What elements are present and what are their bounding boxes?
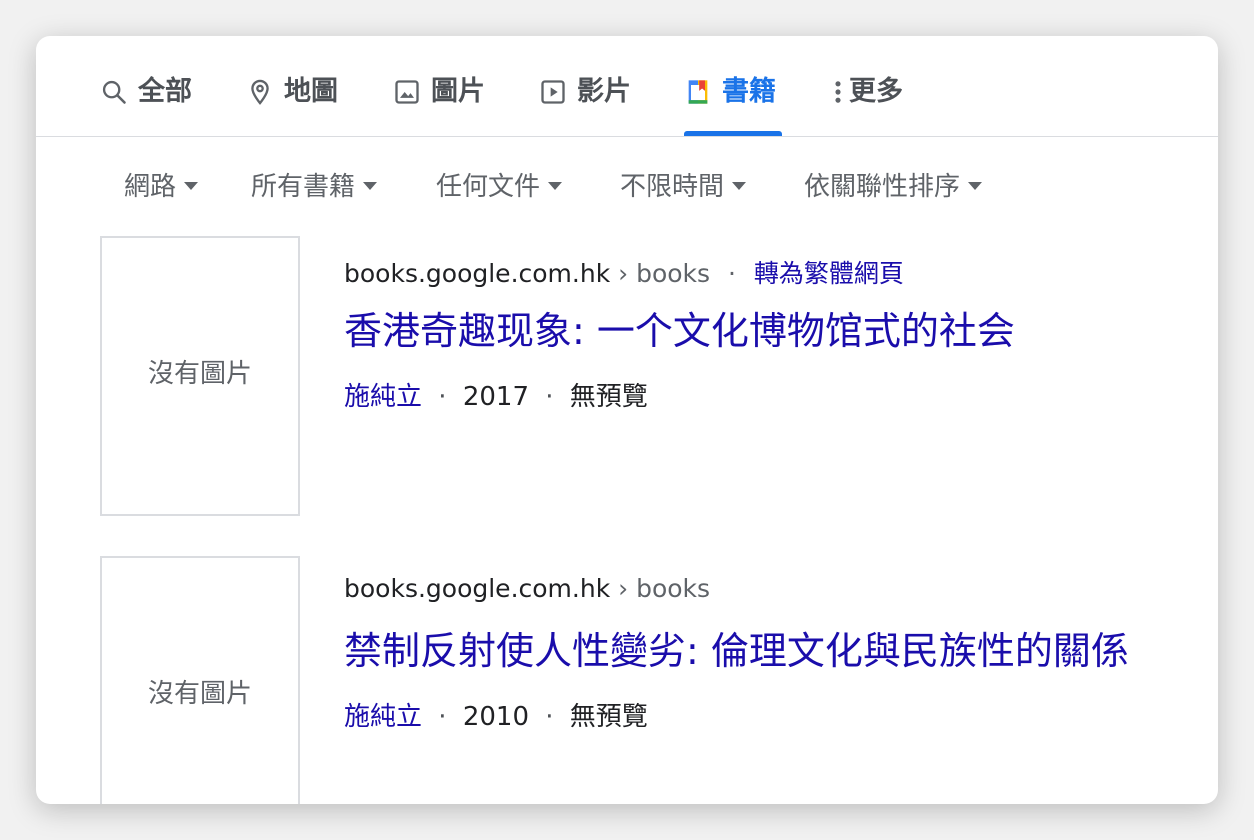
filter-sort-dropdown[interactable]: 依關聯性排序 [804, 166, 983, 203]
tab-label: 全部 [138, 76, 192, 107]
result-domain: books.google.com.hk [344, 574, 611, 603]
filter-label: 所有書籍 [251, 172, 356, 202]
result-domain: books.google.com.hk [344, 259, 611, 288]
preview-status: 無預覽 [569, 382, 648, 412]
more-vert-icon [835, 81, 841, 103]
book-icon [688, 80, 708, 104]
tab-label: 更多 [849, 76, 903, 107]
book-thumbnail-placeholder[interactable]: 沒有圖片 [100, 556, 300, 804]
meta-separator: · [438, 382, 447, 412]
no-image-label: 沒有圖片 [147, 678, 252, 709]
tab-more[interactable]: 更多 [831, 76, 903, 136]
caret-down-icon [548, 181, 563, 190]
result-title-link[interactable]: 禁制反射使人性變劣: 倫理文化與民族性的關係 [344, 620, 1129, 675]
tab-videos[interactable]: 影片 [539, 76, 631, 136]
publish-year: 2010 [462, 702, 529, 732]
result-path: books [636, 259, 711, 288]
author-link[interactable]: 施純立 [344, 702, 422, 732]
url-separator: › [618, 574, 629, 603]
play-icon [541, 80, 565, 104]
tab-books[interactable]: 書籍 [684, 76, 782, 136]
result-meta: 施純立 · 2010 · 無預覽 [344, 696, 648, 733]
tab-label: 影片 [577, 76, 631, 107]
image-icon [395, 80, 419, 104]
caret-down-icon [968, 181, 983, 190]
filter-label: 任何文件 [436, 172, 541, 202]
filter-document-type-dropdown[interactable]: 任何文件 [436, 166, 563, 203]
search-icon [102, 80, 126, 104]
result-meta: 施純立 · 2017 · 無預覽 [344, 376, 648, 413]
author-link[interactable]: 施純立 [344, 382, 422, 412]
preview-status: 無預覽 [569, 702, 648, 732]
no-image-label: 沒有圖片 [147, 358, 252, 389]
tab-label: 地圖 [284, 76, 338, 107]
meta-separator: · [545, 702, 554, 732]
search-tabs: 全部 地圖 圖片 影片 書籍 更多 [36, 36, 1218, 137]
publish-year: 2017 [462, 382, 529, 412]
map-pin-icon [251, 79, 269, 105]
tab-all[interactable]: 全部 [100, 76, 192, 136]
meta-separator: · [438, 702, 447, 732]
tab-label: 圖片 [431, 76, 485, 107]
tab-images[interactable]: 圖片 [393, 76, 485, 136]
filter-label: 依關聯性排序 [804, 172, 961, 202]
filter-time-dropdown[interactable]: 不限時間 [620, 166, 747, 203]
translate-page-link[interactable]: 轉為繁體網頁 [754, 259, 904, 288]
tab-maps[interactable]: 地圖 [246, 76, 338, 136]
result-title-link[interactable]: 香港奇趣现象: 一个文化博物馆式的社会 [344, 300, 1015, 355]
tab-label: 書籍 [722, 76, 776, 107]
caret-down-icon [184, 181, 199, 190]
result-url: books.google.com.hk › books [344, 574, 710, 603]
filter-label: 網路 [124, 172, 177, 202]
filter-web-dropdown[interactable]: 網路 [124, 166, 199, 203]
search-results-card: 全部 地圖 圖片 影片 書籍 更多 網路 所有書籍 任何文件 不限時間 依關聯性… [36, 36, 1218, 804]
book-thumbnail-placeholder[interactable]: 沒有圖片 [100, 236, 300, 516]
result-path: books [636, 574, 711, 603]
caret-down-icon [732, 181, 747, 190]
filter-all-books-dropdown[interactable]: 所有書籍 [251, 166, 378, 203]
dot-separator: · [728, 259, 736, 288]
filter-label: 不限時間 [620, 172, 725, 202]
result-url: books.google.com.hk › books · 轉為繁體網頁 [344, 254, 904, 290]
url-separator: › [618, 259, 629, 288]
meta-separator: · [545, 382, 554, 412]
caret-down-icon [363, 181, 378, 190]
